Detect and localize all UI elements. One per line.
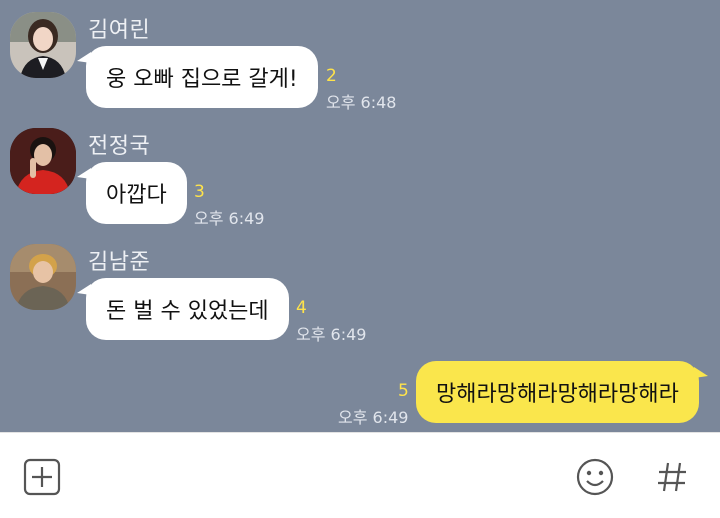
hash-icon[interactable]: [652, 457, 692, 497]
message-text: 망해라망해라망해라망해라: [436, 382, 679, 407]
plus-icon[interactable]: [22, 457, 62, 497]
message-time: 오후 6:49: [338, 408, 409, 427]
message-bubble[interactable]: 아깝다: [77, 162, 187, 224]
avatar[interactable]: [10, 244, 76, 310]
message-text: 아깝다: [106, 183, 167, 208]
input-bar: [0, 432, 720, 518]
message-time: 오후 6:48: [326, 93, 397, 112]
message-bubble[interactable]: 돈 벌 수 있었는데: [77, 278, 289, 340]
message-time: 오후 6:49: [194, 209, 265, 228]
message-time: 오후 6:49: [296, 325, 367, 344]
unread-count: 2: [326, 66, 337, 86]
avatar[interactable]: [10, 128, 76, 194]
unread-count: 3: [194, 182, 205, 202]
unread-count: 5: [398, 381, 409, 401]
sender-name: 김남준: [88, 250, 151, 275]
message-text: 웅 오빠 집으로 갈게!: [106, 67, 298, 92]
avatar[interactable]: [10, 12, 76, 78]
unread-count: 4: [296, 298, 307, 318]
message-text: 돈 벌 수 있었는데: [106, 299, 269, 324]
emoticon-icon[interactable]: [575, 457, 615, 497]
sender-name: 김여린: [88, 18, 151, 43]
chat-room: 김여린 웅 오빠 집으로 갈게! 2 오후 6:48 전정국 아깝다 3 오후 …: [0, 0, 720, 432]
message-bubble[interactable]: 웅 오빠 집으로 갈게!: [77, 46, 318, 108]
my-message-bubble[interactable]: 망해라망해라망해라망해라: [416, 361, 708, 423]
sender-name: 전정국: [88, 134, 151, 159]
